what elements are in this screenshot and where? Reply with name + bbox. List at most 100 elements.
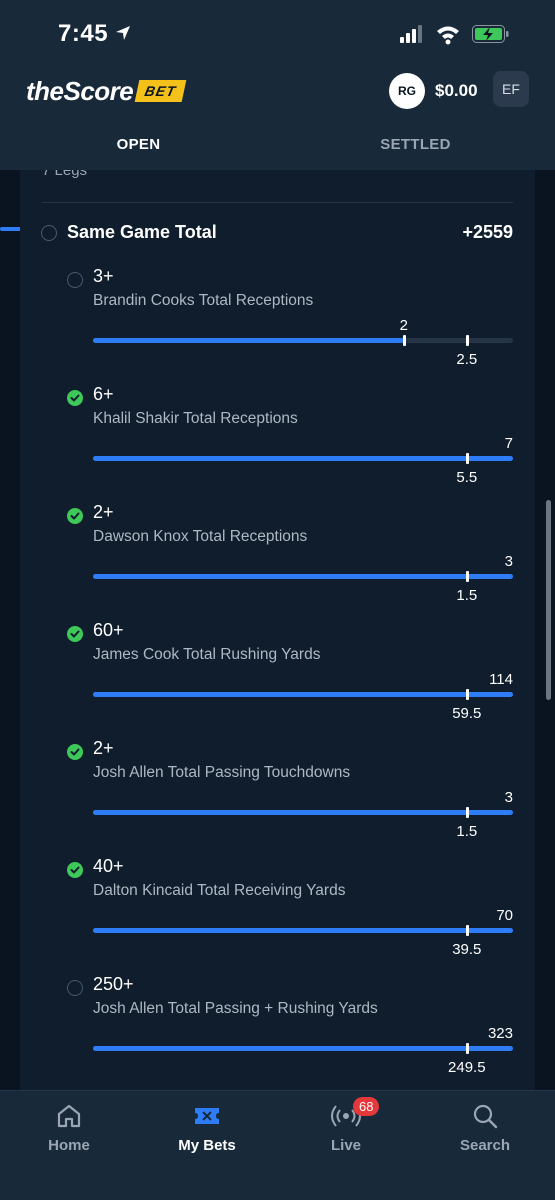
- leg-current-tick: [402, 335, 406, 346]
- leg-won-check-icon: [67, 862, 83, 878]
- tab-open[interactable]: OPEN: [0, 136, 277, 153]
- leg-line: 3+: [93, 266, 114, 286]
- nav-home[interactable]: Home: [0, 1101, 138, 1154]
- home-icon: [57, 1104, 81, 1128]
- leg-progress-track: [93, 1043, 513, 1054]
- leg-progress-track: [93, 335, 513, 346]
- leg-item: 2+ Dawson Knox Total Receptions 3 1.5: [20, 500, 535, 618]
- leg-line: 40+: [93, 856, 124, 876]
- nav-home-label: Home: [48, 1137, 90, 1154]
- live-count-badge: 68: [353, 1097, 380, 1116]
- leg-progress-fill: [93, 810, 513, 815]
- leg-item: 60+ James Cook Total Rushing Yards 114 59.5: [20, 618, 535, 736]
- logo-badge: BET: [134, 80, 187, 102]
- leg-target-value: 39.5: [452, 941, 482, 958]
- leg-target-value: 2.5: [456, 351, 478, 368]
- leg-target-tick: [465, 1043, 469, 1054]
- leg-description: Khalil Shakir Total Receptions: [93, 410, 298, 427]
- wifi-icon: [437, 26, 459, 45]
- leg-progress-fill: [93, 456, 513, 461]
- leg-current-value: 70: [496, 907, 513, 924]
- responsible-gaming-badge[interactable]: RG: [389, 73, 425, 109]
- search-icon: [473, 1104, 498, 1129]
- leg-line: 2+: [93, 502, 114, 522]
- leg-progress-track: [93, 925, 513, 936]
- leg-target-tick: [465, 453, 469, 464]
- leg-target-tick: [465, 807, 469, 818]
- battery-charging-icon: [472, 25, 509, 43]
- status-time: 7:45: [58, 20, 109, 47]
- account-balance[interactable]: $0.00: [435, 81, 478, 101]
- leg-current-value: 3: [504, 789, 513, 806]
- leg-line: 250+: [93, 974, 134, 994]
- location-arrow-icon: [116, 26, 130, 40]
- leg-line: 6+: [93, 384, 114, 404]
- leg-progress-fill: [93, 338, 404, 343]
- leg-current-value: 2: [399, 317, 408, 334]
- leg-won-check-icon: [67, 390, 83, 406]
- leg-current-value: 3: [504, 553, 513, 570]
- nav-my-bets[interactable]: My Bets: [138, 1101, 276, 1154]
- leg-current-value: 7: [504, 435, 513, 452]
- leg-item: 2+ Josh Allen Total Passing Touchdowns 3 1.…: [20, 736, 535, 854]
- tab-settled[interactable]: SETTLED: [277, 136, 554, 153]
- bet-odds: +2559: [462, 222, 513, 242]
- leg-progress-track: [93, 807, 513, 818]
- leg-description: James Cook Total Rushing Yards: [93, 646, 321, 663]
- app-header: theScore BET RG $0.00 EF OPEN SETTLED: [0, 64, 555, 231]
- leg-item: 3+ Brandin Cooks Total Receptions 2 2.5: [20, 264, 535, 382]
- leg-progress-track: [93, 689, 513, 700]
- leg-line: 2+: [93, 738, 114, 758]
- leg-pending-icon: [67, 272, 83, 288]
- bet-card[interactable]: 7 Legs Same Game Total +2559 3+ Brandin C…: [20, 170, 535, 1090]
- bet-status-indicator: [41, 225, 57, 241]
- leg-item: 40+ Dalton Kincaid Total Receiving Yards 7…: [20, 854, 535, 972]
- leg-line: 60+: [93, 620, 124, 640]
- leg-progress-track: [93, 571, 513, 582]
- leg-progress-fill: [93, 574, 513, 579]
- leg-target-tick: [465, 925, 469, 936]
- legs-count: 7 Legs: [42, 170, 88, 179]
- leg-won-check-icon: [67, 626, 83, 642]
- nav-search[interactable]: Search: [416, 1101, 554, 1154]
- nav-search-label: Search: [459, 1137, 511, 1154]
- leg-target-tick: [465, 335, 469, 346]
- leg-description: Dalton Kincaid Total Receiving Yards: [93, 882, 346, 899]
- leg-description: Brandin Cooks Total Receptions: [93, 292, 314, 309]
- leg-progress-track: [93, 453, 513, 464]
- bottom-nav: Home My Bets 68 Live Search: [0, 1090, 555, 1200]
- leg-won-check-icon: [67, 508, 83, 524]
- scrollbar[interactable]: [546, 500, 551, 700]
- logo-text: theScore: [26, 75, 134, 106]
- avatar[interactable]: EF: [493, 71, 529, 107]
- leg-won-check-icon: [67, 744, 83, 760]
- leg-description: Josh Allen Total Passing + Rushing Yards: [93, 1000, 378, 1017]
- leg-item: 6+ Khalil Shakir Total Receptions 7 5.5: [20, 382, 535, 500]
- leg-pending-icon: [67, 980, 83, 996]
- leg-progress-fill: [93, 1046, 513, 1051]
- leg-progress-fill: [93, 928, 513, 933]
- nav-live[interactable]: 68 Live: [277, 1097, 415, 1154]
- leg-target-value: 5.5: [456, 469, 478, 486]
- status-bar: 7:45: [0, 0, 555, 64]
- status-icons: [400, 25, 509, 45]
- bet-tabs: OPEN SETTLED: [0, 126, 555, 231]
- leg-description: Josh Allen Total Passing Touchdowns: [93, 764, 351, 781]
- leg-target-value: 1.5: [456, 587, 478, 604]
- leg-item: 250+ Josh Allen Total Passing + Rushing Y…: [20, 972, 535, 1090]
- nav-my-bets-label: My Bets: [178, 1137, 236, 1154]
- leg-target-value: 59.5: [452, 705, 482, 722]
- bet-title: Same Game Total: [67, 222, 217, 242]
- leg-target-tick: [465, 571, 469, 582]
- leg-target-value: 249.5: [448, 1059, 486, 1076]
- ticket-icon: [195, 1108, 219, 1124]
- leg-target-tick: [465, 689, 469, 700]
- brand-logo[interactable]: theScore BET: [26, 74, 187, 108]
- divider: [42, 202, 513, 203]
- nav-live-label: Live: [330, 1137, 361, 1154]
- leg-description: Dawson Knox Total Receptions: [93, 528, 308, 545]
- leg-progress-fill: [93, 692, 513, 697]
- leg-target-value: 1.5: [456, 823, 478, 840]
- leg-current-value: 323: [487, 1025, 513, 1042]
- leg-current-value: 114: [489, 671, 513, 688]
